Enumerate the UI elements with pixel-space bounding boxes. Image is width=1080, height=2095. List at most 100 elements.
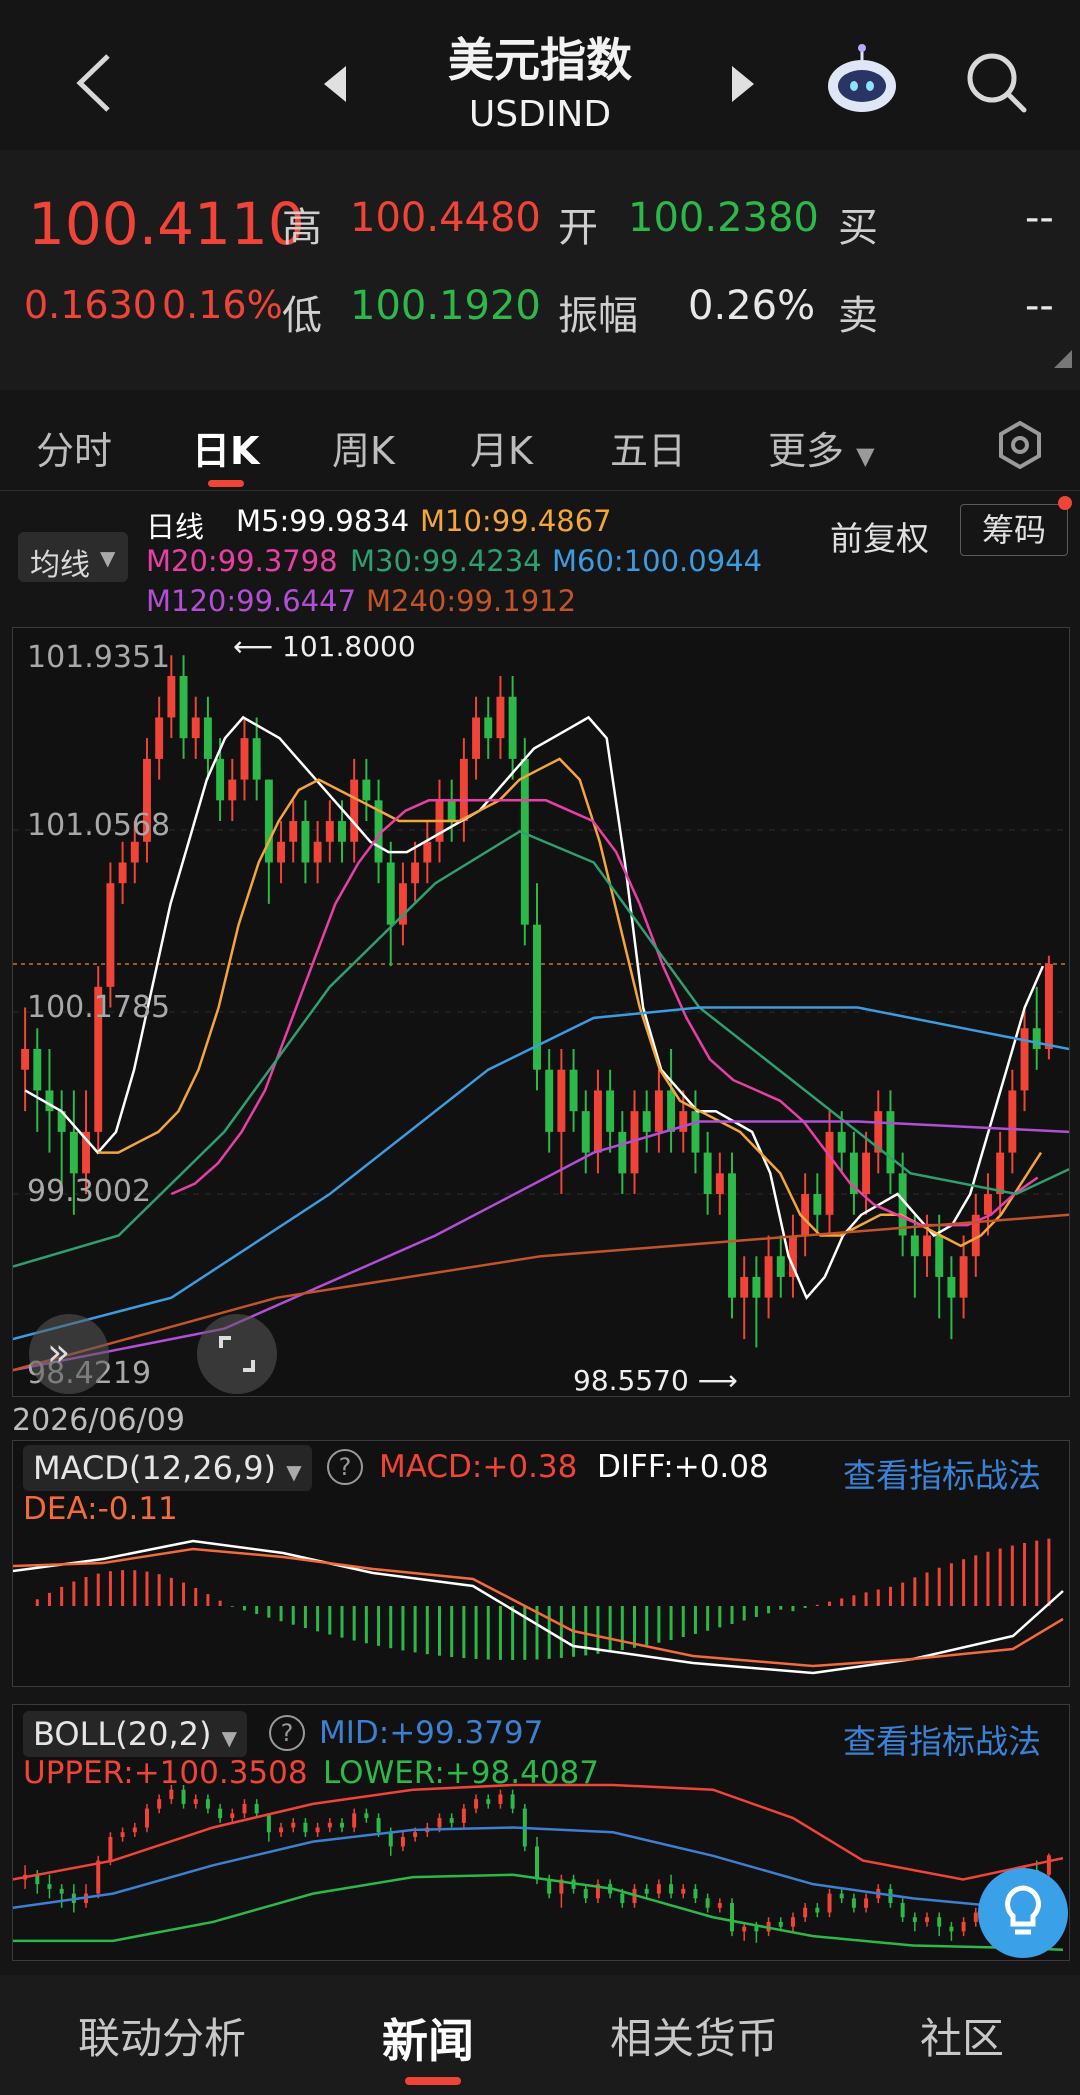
boll-candle-body (851, 1898, 856, 1908)
nav-news[interactable]: 新闻 (382, 2005, 474, 2071)
legend-m10: M10:99.4867 (420, 504, 612, 538)
boll-candle-body (644, 1888, 649, 1894)
boll-candle-body (181, 1789, 186, 1804)
candle-body (411, 862, 420, 884)
boll-candle-body (437, 1818, 442, 1828)
candle-body (593, 1090, 602, 1153)
boll-upper-value: UPPER:+100.3508 (23, 1755, 308, 1791)
right-arrow-icon: ⟶ (688, 1364, 738, 1397)
boll-candle-body (681, 1888, 686, 1894)
boll-panel[interactable]: BOLL(20,2) ▼ ? MID:+99.3797 查看指标战法 UPPER… (12, 1704, 1070, 1961)
boll-dropdown[interactable]: BOLL(20,2) ▼ (23, 1711, 248, 1757)
candle-body (447, 800, 456, 822)
high-point-label: ⟵ 101.8000 (233, 630, 416, 663)
candle-body (203, 717, 212, 759)
chip-distribution-button[interactable]: 筹码 (960, 504, 1068, 556)
boll-strategy-link[interactable]: 查看指标战法 (843, 1715, 1041, 1763)
next-arrow-icon[interactable] (728, 62, 758, 106)
candle-body (508, 696, 517, 759)
help-icon[interactable]: ? (327, 1449, 363, 1485)
open-label: 开 (558, 205, 598, 251)
candle-body (459, 758, 468, 822)
candle-body (813, 1194, 822, 1215)
tab-daily-k[interactable]: 日K (192, 420, 259, 475)
boll-candle-body (157, 1799, 162, 1809)
macd-strategy-link[interactable]: 查看指标战法 (843, 1449, 1041, 1497)
legend-period: 日线 (146, 510, 205, 544)
boll-candle-body (388, 1832, 393, 1847)
candle-body (216, 758, 225, 801)
search-icon[interactable] (962, 48, 1032, 118)
candle-body (728, 1173, 736, 1298)
candle-body (106, 883, 115, 987)
boll-candle-body (839, 1893, 844, 1899)
corner-expand-icon[interactable] (1054, 350, 1072, 368)
back-icon[interactable] (70, 50, 120, 116)
tab-monthly-k[interactable]: 月K (470, 420, 533, 475)
boll-candle-body (449, 1818, 454, 1823)
candle-body (679, 1111, 688, 1132)
boll-candle-body (169, 1789, 174, 1800)
candle-body (1020, 1028, 1029, 1091)
candle-body (703, 1152, 712, 1195)
y-axis-label-3: 100.1785 (27, 990, 171, 1025)
tab-weekly-k[interactable]: 周K (332, 420, 395, 475)
boll-lower-line (13, 1873, 1064, 1952)
boll-candle-body (108, 1836, 113, 1861)
nav-linked-analysis[interactable]: 联动分析 (78, 2005, 246, 2066)
price-change-percent: 0.16% (162, 283, 283, 327)
nav-community[interactable]: 社区 (920, 2005, 1004, 2066)
legend-m240: M240:99.1912 (366, 584, 577, 618)
candle-body (752, 1276, 761, 1298)
fullscreen-button[interactable] (197, 1314, 277, 1394)
tab-five-day[interactable]: 五日 (610, 420, 686, 475)
boll-candle-body (376, 1818, 381, 1833)
boll-candle-body (742, 1926, 747, 1932)
ma240-line (13, 1213, 1069, 1372)
boll-candle-body (218, 1808, 223, 1819)
candle-body (277, 841, 286, 863)
previous-arrow-icon[interactable] (320, 62, 350, 106)
boll-candle-body (486, 1799, 491, 1804)
lightbulb-tip-button[interactable] (978, 1868, 1068, 1958)
settings-icon[interactable] (995, 420, 1045, 470)
boll-candle-body (132, 1827, 137, 1833)
candle-body (740, 1276, 749, 1298)
nav-related-currencies[interactable]: 相关货币 (610, 2005, 778, 2066)
candle-body (996, 1152, 1005, 1195)
adjust-mode-button[interactable]: 前复权 (830, 512, 929, 560)
macd-dropdown[interactable]: MACD(12,26,9) ▼ (23, 1445, 312, 1491)
boll-candle-body (193, 1799, 198, 1804)
macd-panel[interactable]: MACD(12,26,9) ▼ ? MACD:+0.38 DIFF:+0.08 … (12, 1440, 1070, 1687)
tab-more[interactable]: 更多 ▼ (768, 420, 875, 475)
help-icon[interactable]: ? (269, 1715, 305, 1751)
active-tab-indicator (208, 480, 244, 487)
boll-candle-body (937, 1917, 942, 1927)
high-value: 100.4480 (350, 195, 541, 241)
low-value: 100.1920 (350, 283, 541, 329)
boll-dropdown-label: BOLL(20,2) (33, 1715, 212, 1753)
candlestick-chart[interactable]: 101.9351 101.0568 100.1785 99.3002 98.42… (12, 627, 1070, 1397)
candle-body (289, 821, 298, 842)
sell-label: 卖 (838, 293, 878, 339)
boll-mid-value: MID:+99.3797 (319, 1715, 544, 1751)
candle-body (947, 1276, 956, 1298)
candle-body (118, 862, 127, 884)
boll-candle-body (754, 1926, 759, 1932)
boll-candle-body (827, 1893, 832, 1913)
boll-candle-body (96, 1860, 101, 1894)
boll-candle-body (47, 1884, 52, 1889)
expand-sidebar-button[interactable]: » (29, 1314, 109, 1394)
ma-toggle-dropdown[interactable]: 均线 ▼ (18, 532, 128, 583)
candle-body (484, 717, 493, 739)
tab-intraday[interactable]: 分时 (36, 420, 112, 475)
boll-candle-body (230, 1813, 235, 1819)
robot-assistant-icon[interactable] (822, 40, 902, 120)
page-title: 美元指数 (448, 33, 632, 87)
candle-body (179, 675, 188, 739)
bottom-nav: 联动分析 新闻 相关货币 社区 (0, 1975, 1080, 2095)
legend-m20: M20:99.3798 (146, 544, 338, 578)
boll-candle-body (144, 1808, 149, 1828)
boll-candle-body (705, 1898, 710, 1908)
y-axis-label-4: 99.3002 (27, 1174, 152, 1209)
